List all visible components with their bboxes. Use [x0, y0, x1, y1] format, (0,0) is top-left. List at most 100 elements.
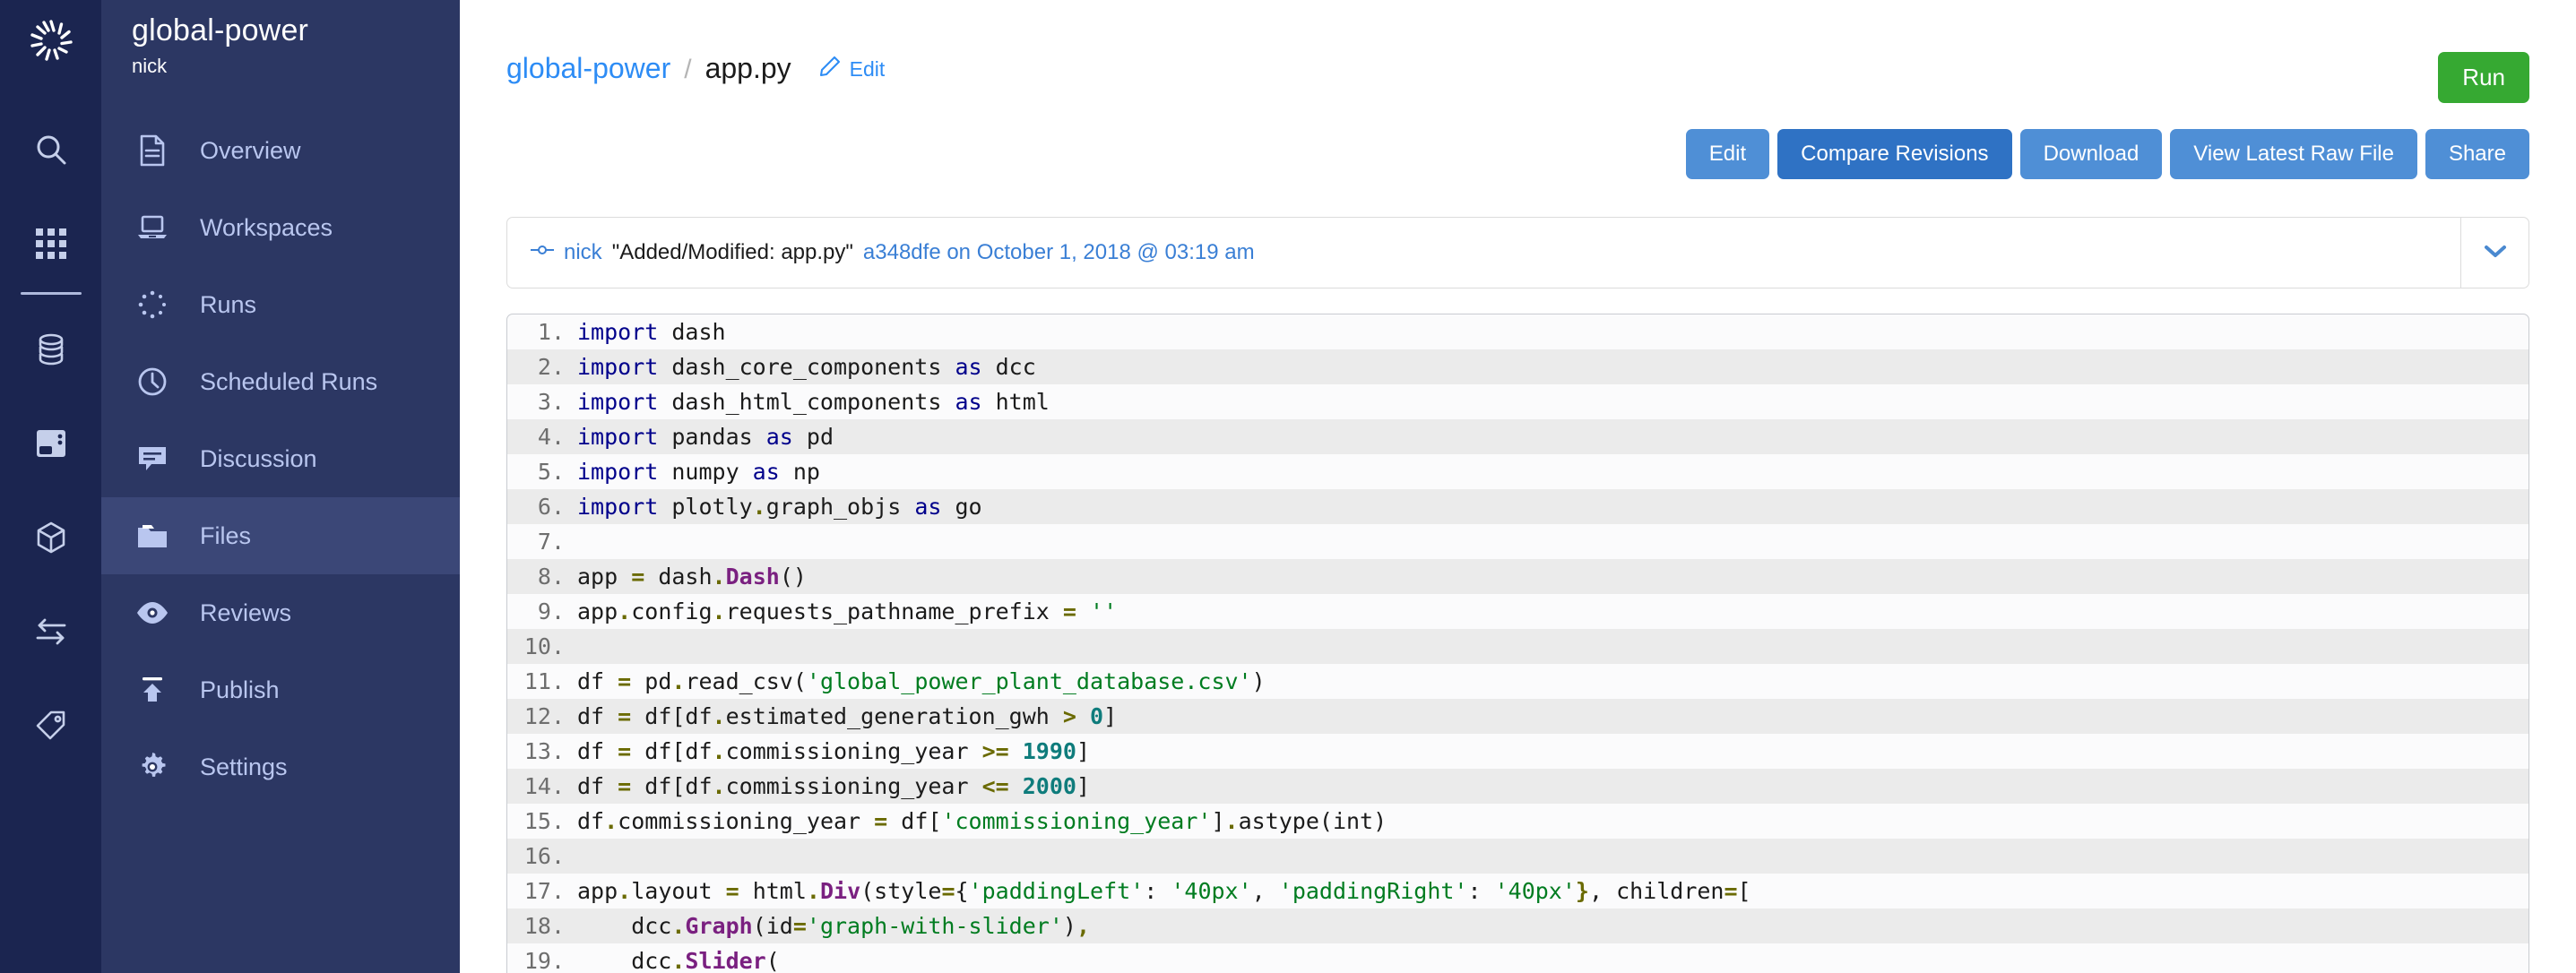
sidebar-item-label: Scheduled Runs [200, 367, 378, 395]
comment-icon [132, 438, 173, 479]
code-line: 5. import numpy as np [507, 454, 2528, 489]
sidebar-item-label: Publish [200, 676, 280, 703]
line-number: 13. [523, 738, 565, 764]
code-text: import dash_core_components as dcc [577, 354, 1036, 380]
code-line: 1. import dash [507, 314, 2528, 349]
code-line: 4. import pandas as pd [507, 419, 2528, 454]
project-owner: nick [132, 55, 168, 78]
line-number: 16. [523, 843, 565, 869]
sidebar-item-files[interactable]: Files [101, 497, 460, 575]
code-text: df = pd.read_csv('global_power_plant_dat… [577, 668, 1266, 694]
commit-hash-date-link[interactable]: a348dfe on October 1, 2018 @ 03:19 am [863, 240, 1255, 265]
line-number: 3. [537, 389, 565, 415]
share-button[interactable]: Share [2425, 129, 2529, 179]
code-text: import dash_html_components as html [577, 389, 1050, 415]
commit-message: "Added/Modified: app.py" [611, 240, 853, 264]
breadcrumb-project-link[interactable]: global-power [506, 52, 670, 85]
sidebar-item-reviews[interactable]: Reviews [101, 574, 460, 651]
code-text: import plotly.graph_objs as go [577, 494, 982, 520]
commit-bar: nick "Added/Modified: app.py" a348dfe on… [506, 217, 2529, 288]
sidebar-item-settings[interactable]: Settings [101, 728, 460, 805]
line-number: 11. [523, 668, 565, 694]
line-number: 6. [537, 494, 565, 520]
code-line: 13. df = df[df.commissioning_year >= 1990… [507, 734, 2528, 769]
commit-info: nick "Added/Modified: app.py" a348dfe on… [507, 218, 2460, 288]
line-number: 10. [523, 633, 565, 659]
breadcrumb: global-power / app.py Edit [506, 52, 885, 85]
page-header: global-power / app.py Edit Run [506, 0, 2529, 116]
line-number: 17. [523, 878, 565, 904]
download-button[interactable]: Download [2019, 129, 2163, 179]
code-line: 18. dcc.Graph(id='graph-with-slider'), [507, 908, 2528, 943]
box-icon[interactable] [0, 490, 101, 584]
code-text: app.layout = html.Div(style={'paddingLef… [577, 878, 1751, 904]
apps-grid-icon[interactable] [0, 196, 101, 290]
sidebar-item-overview[interactable]: Overview [101, 112, 460, 189]
gear-icon [132, 746, 173, 788]
line-number: 8. [537, 564, 565, 590]
code-text: import dash [577, 319, 726, 345]
rail-divider [20, 292, 82, 295]
code-line: 6. import plotly.graph_objs as go [507, 489, 2528, 524]
eye-icon [132, 592, 173, 633]
spinner-dots-icon [132, 284, 173, 325]
sidebar-item-runs[interactable]: Runs [101, 266, 460, 343]
line-number: 7. [537, 529, 565, 555]
folder-icon [132, 515, 173, 556]
breadcrumb-current-file: app.py [705, 52, 791, 84]
sidebar-nav: Overview Workspaces Runs Scheduled Runs … [101, 112, 460, 805]
code-line: 14. df = df[df.commissioning_year <= 2000… [507, 769, 2528, 804]
line-number: 5. [537, 459, 565, 485]
project-sidebar: global-power nick Overview Workspaces Ru… [101, 0, 460, 973]
aperture-logo-icon[interactable] [23, 13, 79, 68]
chevron-down-icon [2482, 242, 2509, 264]
code-line: 7. [507, 524, 2528, 559]
file-action-buttons: Edit Compare Revisions Download View Lat… [506, 129, 2529, 179]
line-number: 12. [523, 703, 565, 729]
clock-icon [132, 361, 173, 402]
database-icon[interactable] [0, 302, 101, 396]
commit-expand-toggle[interactable] [2460, 218, 2528, 288]
line-number: 1. [537, 319, 565, 345]
code-text: df = df[df.commissioning_year >= 1990] [577, 738, 1091, 764]
sidebar-item-label: Runs [200, 290, 257, 318]
sidebar-item-label: Overview [200, 136, 301, 164]
tag-icon[interactable] [0, 678, 101, 772]
inline-edit-link[interactable]: Edit [818, 55, 886, 83]
code-text: app.config.requests_pathname_prefix = '' [577, 598, 1118, 624]
view-latest-raw-file-button[interactable]: View Latest Raw File [2170, 129, 2417, 179]
server-icon[interactable] [0, 396, 101, 490]
search-icon[interactable] [0, 102, 101, 196]
code-text: import pandas as pd [577, 424, 834, 450]
edit-button[interactable]: Edit [1685, 129, 1770, 179]
commit-author-link[interactable]: nick [564, 240, 602, 265]
document-icon [132, 130, 173, 171]
sidebar-item-label: Discussion [200, 444, 317, 472]
code-line: 12. df = df[df.estimated_generation_gwh >… [507, 699, 2528, 734]
app-root: global-power nick Overview Workspaces Ru… [0, 0, 2576, 973]
code-line: 17. app.layout = html.Div(style={'padding… [507, 874, 2528, 908]
code-line: 19. dcc.Slider( [507, 943, 2528, 973]
compare-revisions-button[interactable]: Compare Revisions [1777, 129, 2012, 179]
line-number: 14. [523, 773, 565, 799]
line-number: 19. [523, 948, 565, 973]
code-line: 3. import dash_html_components as html [507, 384, 2528, 419]
laptop-icon [132, 207, 173, 248]
sidebar-item-scheduled-runs[interactable]: Scheduled Runs [101, 343, 460, 420]
sidebar-item-workspaces[interactable]: Workspaces [101, 189, 460, 266]
line-number: 18. [523, 913, 565, 939]
breadcrumb-separator: / [684, 55, 692, 84]
sidebar-item-label: Workspaces [200, 213, 333, 241]
inline-edit-label: Edit [849, 56, 886, 81]
code-text: dcc.Graph(id='graph-with-slider'), [577, 913, 1091, 939]
sidebar-item-publish[interactable]: Publish [101, 651, 460, 728]
transfer-arrows-icon[interactable] [0, 584, 101, 678]
main-content: global-power / app.py Edit Run Edit Comp… [460, 0, 2576, 973]
code-viewer[interactable]: 1. import dash 2. import dash_core_componen… [506, 314, 2529, 973]
commit-node-icon [530, 240, 555, 266]
line-number: 4. [537, 424, 565, 450]
code-line: 2. import dash_core_components as dcc [507, 349, 2528, 384]
run-button[interactable]: Run [2438, 52, 2529, 103]
line-number: 2. [537, 354, 565, 380]
sidebar-item-discussion[interactable]: Discussion [101, 420, 460, 497]
